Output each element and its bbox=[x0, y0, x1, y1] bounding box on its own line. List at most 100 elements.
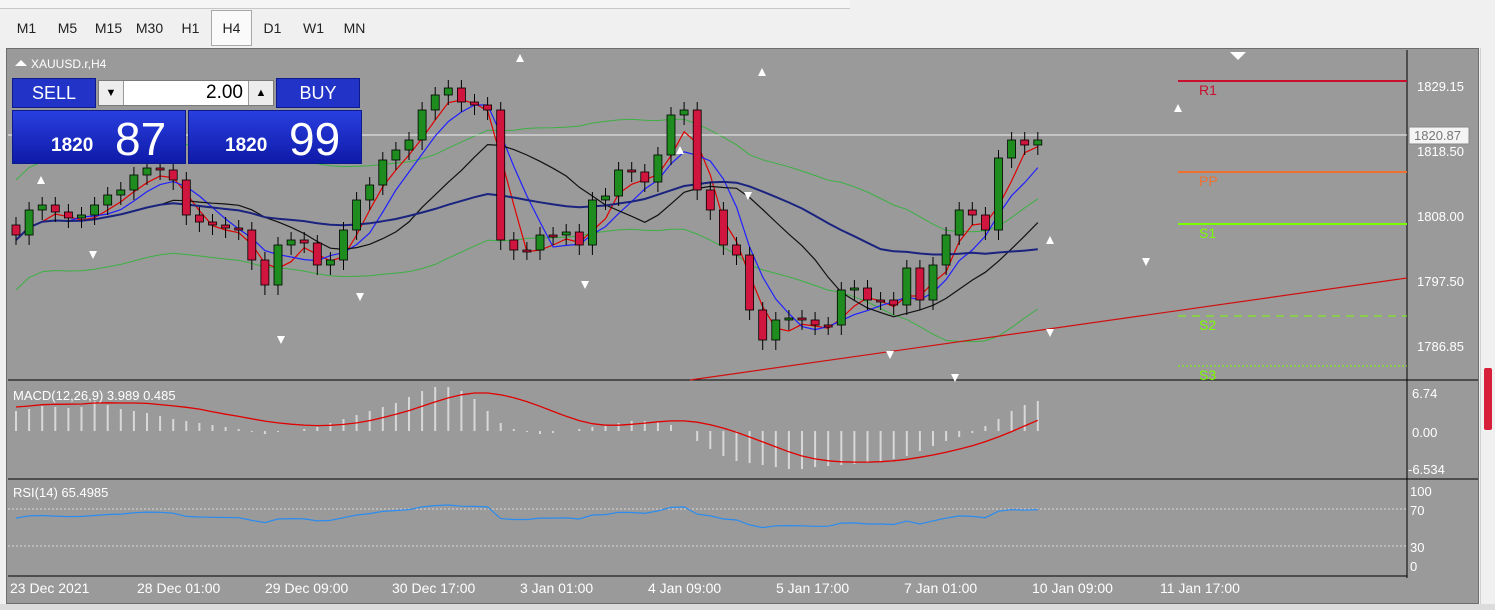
fractal-up-icon bbox=[676, 146, 684, 154]
time-tick-label: 29 Dec 09:00 bbox=[265, 580, 348, 596]
triangle-up-icon: ▲ bbox=[255, 87, 267, 99]
triangle-down-icon: ▼ bbox=[105, 87, 117, 99]
candle-body bbox=[430, 94, 440, 111]
macd-pane: MACD(12,26,9) 3.989 0.485 6.74 0.00 -6.5… bbox=[13, 386, 1445, 477]
fractal-up-icon bbox=[37, 176, 45, 184]
candle-body bbox=[247, 229, 257, 261]
pivot-lines: R1 PP S1 S2 S3 bbox=[1178, 80, 1407, 383]
fractal-down-icon bbox=[1142, 258, 1150, 266]
candle-body bbox=[863, 287, 872, 301]
rsi-label: RSI(14) 65.4985 bbox=[13, 485, 108, 500]
candle-body bbox=[692, 109, 702, 191]
lot-decrease-button[interactable]: ▼ bbox=[99, 81, 124, 105]
time-tick-label: 5 Jan 17:00 bbox=[776, 580, 849, 596]
sell-button[interactable]: SELL bbox=[12, 78, 96, 108]
candle-body bbox=[889, 299, 899, 306]
fractal-down-icon bbox=[89, 251, 97, 259]
candle-body bbox=[103, 194, 113, 206]
candle-body bbox=[260, 259, 270, 286]
candle-body bbox=[574, 231, 584, 246]
macd-label: MACD(12,26,9) 3.989 0.485 bbox=[13, 388, 176, 403]
vertical-scrollbar[interactable] bbox=[1480, 48, 1495, 604]
candle-body bbox=[1020, 139, 1030, 146]
rsi-axis-label: 100 bbox=[1410, 484, 1432, 499]
candle-body bbox=[299, 239, 309, 244]
candle-body bbox=[509, 239, 519, 251]
sell-price-prefix: 1820 bbox=[51, 135, 94, 156]
candle-body bbox=[823, 324, 833, 328]
price-axis-labels: 1829.15 1818.50 1808.00 1797.50 1786.85 bbox=[1417, 79, 1464, 354]
buy-button[interactable]: BUY bbox=[276, 78, 360, 108]
candle-body bbox=[208, 221, 217, 226]
fractal-up-icon bbox=[1174, 104, 1182, 112]
fractal-up-icon bbox=[1046, 236, 1054, 244]
bottom-tabs-strip bbox=[0, 604, 1495, 610]
candle-body bbox=[77, 214, 86, 219]
symbol-label: XAUUSD.r,H4 bbox=[31, 57, 107, 71]
candle-body bbox=[50, 204, 60, 213]
candle-body bbox=[90, 204, 99, 216]
macd-axis-label: 0.00 bbox=[1412, 425, 1437, 440]
candle-body bbox=[666, 114, 676, 156]
price-tick-label: 1818.50 bbox=[1417, 144, 1464, 159]
collapse-triangle-icon[interactable] bbox=[15, 60, 27, 66]
candle-body bbox=[588, 199, 597, 246]
fractal-up-icon bbox=[758, 68, 766, 76]
fractal-down-icon bbox=[886, 351, 894, 359]
pp-label: PP bbox=[1199, 173, 1218, 189]
candle-body bbox=[417, 109, 427, 141]
candle-body bbox=[64, 211, 73, 219]
candle-body bbox=[352, 199, 362, 231]
fractal-down-icon bbox=[951, 374, 959, 382]
s3-label: S3 bbox=[1199, 367, 1216, 383]
time-tick-label: 3 Jan 01:00 bbox=[520, 580, 593, 596]
price-tick-label: 1786.85 bbox=[1417, 339, 1464, 354]
candle-body bbox=[24, 209, 34, 236]
candle-body bbox=[915, 267, 925, 301]
current-price-label: 1820.87 bbox=[1414, 128, 1461, 143]
candle-body bbox=[627, 169, 637, 173]
time-tick-label: 10 Jan 09:00 bbox=[1032, 580, 1113, 596]
candle-body bbox=[404, 139, 414, 151]
time-tick-label: 11 Jan 17:00 bbox=[1160, 580, 1240, 596]
candle-body bbox=[391, 149, 401, 161]
time-axis: 23 Dec 2021 28 Dec 01:00 29 Dec 09:00 30… bbox=[10, 580, 1240, 596]
candle-body bbox=[653, 154, 663, 183]
candle-body bbox=[850, 287, 859, 291]
candle-body bbox=[339, 229, 348, 261]
buy-price-button[interactable]: 1820 99 bbox=[188, 110, 362, 165]
lot-size-input[interactable] bbox=[125, 81, 247, 105]
candle-body bbox=[456, 87, 466, 103]
shift-marker-icon[interactable] bbox=[1230, 52, 1246, 60]
candle-body bbox=[640, 171, 650, 183]
lot-increase-button[interactable]: ▲ bbox=[248, 81, 273, 105]
rsi-axis-label: 70 bbox=[1410, 503, 1424, 518]
time-tick-label: 4 Jan 09:00 bbox=[648, 580, 721, 596]
macd-signal-line bbox=[15, 392, 1039, 463]
candle-body bbox=[365, 184, 375, 201]
candle-body bbox=[1033, 139, 1043, 146]
candle-body bbox=[745, 254, 754, 311]
macd-axis-label: 6.74 bbox=[1412, 386, 1437, 401]
candle-body bbox=[470, 101, 479, 106]
candle-body bbox=[194, 214, 204, 223]
candle-body bbox=[483, 104, 493, 111]
candle-body bbox=[902, 267, 912, 306]
rsi-axis-label: 30 bbox=[1410, 540, 1424, 555]
lot-size-control: ▼ ▲ bbox=[98, 80, 274, 106]
fractal-down-icon bbox=[581, 281, 589, 289]
candle-body bbox=[443, 87, 453, 96]
candle-body bbox=[705, 189, 715, 211]
candle-body bbox=[928, 264, 938, 301]
candle-body bbox=[116, 189, 126, 196]
macd-axis-label: -6.534 bbox=[1408, 462, 1445, 477]
scrollbar-thumb[interactable] bbox=[1484, 368, 1492, 430]
fractal-down-icon bbox=[1046, 329, 1054, 337]
rsi-line bbox=[15, 504, 1038, 529]
sell-price-button[interactable]: 1820 87 bbox=[12, 110, 186, 165]
s1-label: S1 bbox=[1199, 225, 1216, 241]
candle-body bbox=[312, 242, 322, 266]
candle-body bbox=[273, 244, 283, 286]
s2-label: S2 bbox=[1199, 317, 1216, 333]
buy-price-pips: 99 bbox=[289, 113, 341, 165]
